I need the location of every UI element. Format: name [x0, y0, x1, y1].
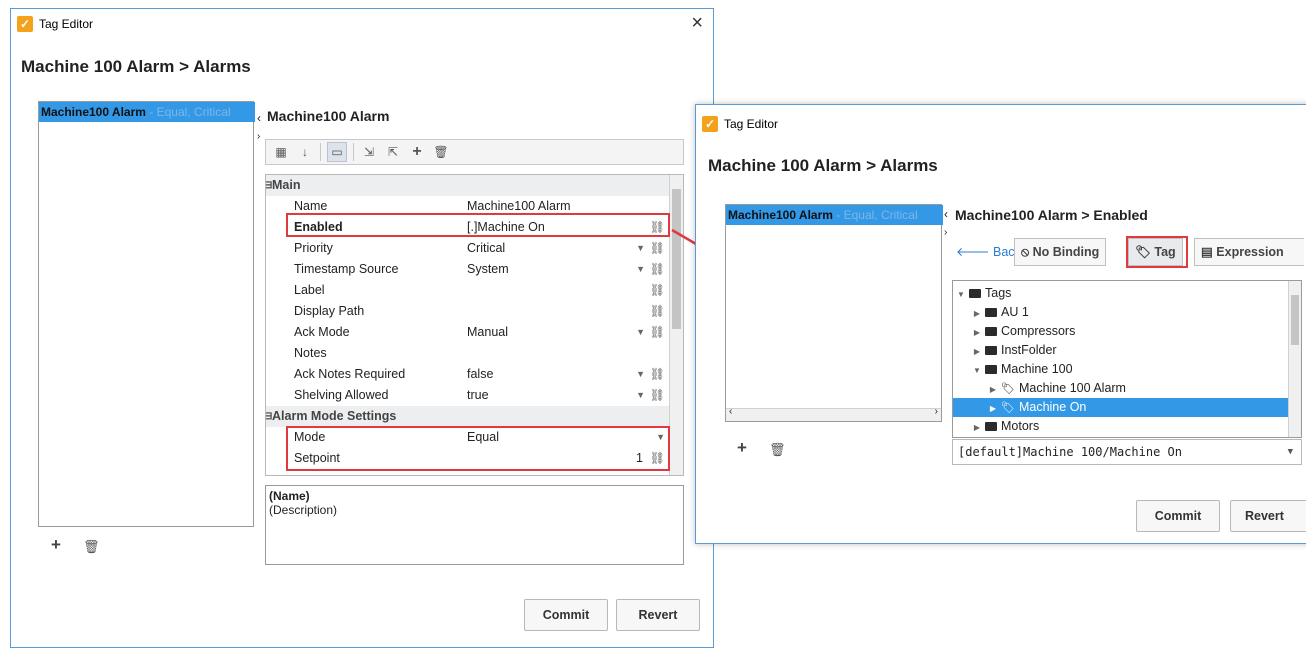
window-title: Tag Editor [724, 117, 779, 131]
alarm-list-item[interactable]: Machine100 Alarm - Equal, Critical [726, 205, 943, 225]
tree-node-tags[interactable]: ▼ Tags [953, 284, 1301, 303]
panel-title: Machine100 Alarm > Enabled [955, 207, 1148, 223]
tree-node-compressors[interactable]: ▶ Compressors [953, 322, 1301, 341]
expanded-caret-icon[interactable]: ▼ [955, 285, 967, 304]
alarm-item-name: Machine100 Alarm [728, 208, 833, 222]
tree-node-instfolder[interactable]: ▶ InstFolder [953, 341, 1301, 360]
delete-alarm-icon[interactable]: 🗑 [769, 442, 786, 458]
tree-label: Machine On [1018, 400, 1087, 414]
horizontal-scrollbar[interactable]: ‹ › [726, 406, 941, 421]
scroll-right-icon[interactable]: › [935, 406, 938, 417]
tag-editor-window-binding: ✓ Tag Editor Machine 100 Alarm > Alarms … [695, 104, 1306, 544]
expression-icon: ▤ [1201, 245, 1213, 259]
tree-node-machine100-alarm[interactable]: ▶ 🏷 Machine 100 Alarm [953, 379, 1301, 398]
tree-label: Machine 100 Alarm [1018, 381, 1126, 395]
tree-node-machine-on[interactable]: ▶ 🏷 Machine On [953, 398, 1301, 417]
collapsed-caret-icon[interactable]: ▶ [987, 399, 999, 418]
folder-icon [985, 346, 997, 356]
collapse-arrow-icon[interactable]: ‹ [944, 207, 948, 221]
folder-open-icon [985, 365, 997, 375]
alarm-item-summary: - Equal, Critical [832, 208, 918, 222]
no-binding-button[interactable]: ⦸ No Binding [1014, 238, 1107, 266]
no-binding-label: No Binding [1032, 245, 1100, 259]
tree-label: Machine 100 [1001, 362, 1073, 376]
tag-path-value: [default]Machine 100/Machine On [958, 445, 1182, 459]
folder-icon [985, 308, 997, 318]
tree-node-au1[interactable]: ▶ AU 1 [953, 303, 1301, 322]
alarm-list[interactable]: Machine100 Alarm - Equal, Critical ‹ › [725, 204, 943, 422]
back-button[interactable]: 🡐 Back [956, 245, 1021, 260]
tree-label: Compressors [1001, 324, 1076, 338]
tree-scrollbar[interactable] [1288, 281, 1301, 437]
tree-node-machine100[interactable]: ▼ Machine 100 [953, 360, 1301, 379]
commit-button[interactable]: Commit [1136, 500, 1220, 532]
folder-open-icon [969, 289, 981, 299]
tag-icon: 🏷 [1001, 402, 1015, 414]
collapsed-caret-icon[interactable]: ▶ [971, 342, 983, 361]
tag-path-field[interactable]: [default]Machine 100/Machine On ▼ [952, 439, 1302, 465]
tree-label: Tags [985, 286, 1012, 300]
tree-label: Motors [1001, 419, 1040, 433]
back-arrow-icon: 🡐 [956, 245, 990, 259]
scroll-left-icon[interactable]: ‹ [729, 406, 732, 417]
expand-arrow-icon[interactable]: › [944, 227, 947, 238]
folder-icon [985, 327, 997, 337]
dropdown-arrow-icon[interactable]: ▼ [1288, 440, 1293, 464]
collapsed-caret-icon[interactable]: ▶ [971, 418, 983, 437]
expanded-caret-icon[interactable]: ▼ [971, 361, 983, 380]
scroll-thumb[interactable] [1291, 295, 1299, 345]
revert-button[interactable]: Revert [1230, 500, 1306, 532]
app-icon: ✓ [702, 116, 718, 132]
tag-browser-tree[interactable]: ▼ Tags ▶ AU 1 ▶ Compressors ▶ InstFolder ▼ Ma… [952, 280, 1302, 438]
no-binding-icon: ⦸ [1021, 245, 1030, 259]
collapsed-caret-icon[interactable]: ▶ [971, 304, 983, 323]
title-bar: ✓ Tag Editor [696, 105, 1306, 143]
tree-node-motors[interactable]: ▶ Motors [953, 417, 1301, 436]
expression-binding-button[interactable]: ▤ Expression [1194, 238, 1304, 266]
collapsed-caret-icon[interactable]: ▶ [971, 323, 983, 342]
page-heading: Machine 100 Alarm > Alarms [708, 156, 938, 175]
tree-label: AU 1 [1001, 305, 1029, 319]
collapsed-caret-icon[interactable]: ▶ [987, 380, 999, 399]
tree-label: InstFolder [1001, 343, 1057, 357]
add-alarm-icon[interactable]: + [737, 438, 747, 458]
tag-icon: 🏷 [1001, 383, 1015, 395]
highlight-tag-button [1126, 236, 1188, 268]
expression-label: Expression [1216, 245, 1284, 259]
folder-icon [985, 422, 997, 432]
